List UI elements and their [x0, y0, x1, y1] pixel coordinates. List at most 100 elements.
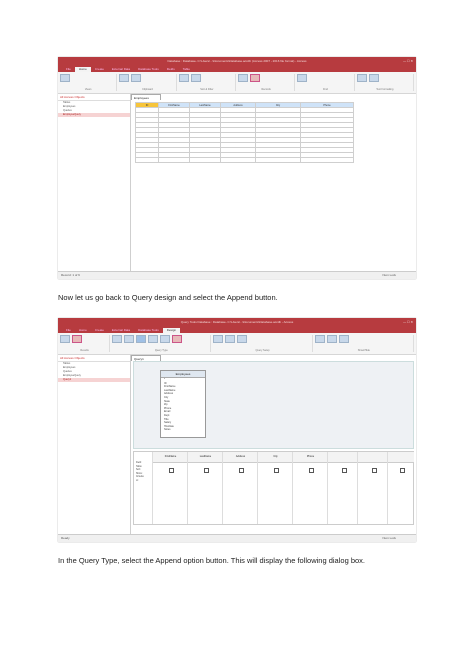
crosstab-button[interactable]	[160, 335, 171, 343]
ribbon: Views Clipboard Sort & Filter Records Fi…	[58, 72, 416, 94]
ribbon-group-label: Records	[261, 88, 271, 91]
tab-home[interactable]: Home	[75, 328, 91, 333]
cut-button[interactable]	[131, 74, 142, 82]
paste-button[interactable]	[119, 74, 130, 82]
grid-column[interactable]: City	[257, 452, 293, 524]
status-bar: Ready Num Lock	[58, 534, 416, 542]
run-button[interactable]	[72, 335, 82, 343]
grid-column[interactable]	[357, 452, 388, 524]
nav-header[interactable]: All Access Objects	[58, 355, 130, 362]
ribbon-group-records: Records	[237, 74, 296, 91]
tab-database-tools[interactable]: Database Tools	[134, 67, 163, 72]
ribbon-group-label: Views	[84, 88, 92, 91]
ribbon-group-label: Results	[80, 349, 89, 352]
ribbon-group-label: Clipboard	[142, 88, 153, 91]
grid-column[interactable]	[387, 452, 414, 524]
table-field-list[interactable]: Employees * ID FirstName LastName Addres…	[160, 370, 206, 438]
tab-create[interactable]: Create	[91, 328, 108, 333]
paragraph-1: Now let us go back to Query design and s…	[58, 293, 278, 302]
status-right: Num Lock	[382, 536, 396, 540]
ribbon-group-label: Query Setup	[255, 349, 270, 352]
nav-item-query1[interactable]: Query1	[58, 378, 130, 382]
ribbon-group-results: Results	[60, 335, 111, 352]
tab-fields[interactable]: Fields	[163, 67, 179, 72]
parameters-button[interactable]	[326, 335, 337, 343]
filter-button[interactable]	[178, 74, 189, 82]
grid-column-field[interactable]: City	[258, 452, 293, 463]
tab-home[interactable]: Home	[74, 67, 91, 72]
delete-query-button[interactable]	[172, 335, 183, 343]
view-button[interactable]	[60, 335, 70, 343]
grid-column-field[interactable]	[328, 452, 358, 463]
grid-column[interactable]: LastName	[187, 452, 223, 524]
show-checkbox[interactable]	[169, 468, 174, 473]
grid-column-field[interactable]: FirstName	[153, 452, 188, 463]
totals-button[interactable]	[314, 335, 325, 343]
navigation-pane: All Access Objects Tables Employees Quer…	[58, 94, 131, 271]
nav-item-employeequery[interactable]: EmployeeQuery	[58, 113, 130, 117]
document-area: Employees ID FirstName LastName Address …	[131, 94, 416, 271]
update-button[interactable]	[148, 335, 159, 343]
tab-table[interactable]: Table	[179, 67, 194, 72]
grid-column-field[interactable]: Phone	[293, 452, 328, 463]
ribbon-group-text-formatting: Text Formatting	[356, 74, 414, 91]
show-checkbox[interactable]	[341, 468, 347, 473]
append-button[interactable]	[136, 335, 147, 343]
tab-database-tools[interactable]: Database Tools	[134, 328, 163, 333]
ribbon-group-sort-filter: Sort & Filter	[178, 74, 236, 91]
record-navigator[interactable]: Record: 1 of 9	[61, 273, 80, 277]
show-checkbox[interactable]	[204, 468, 209, 473]
grid-column[interactable]: FirstName	[152, 452, 188, 524]
grid-column-field[interactable]	[388, 452, 414, 463]
tab-create[interactable]: Create	[91, 67, 108, 72]
ribbon-group-label: Find	[323, 88, 328, 91]
insert-rows-button[interactable]	[225, 335, 236, 343]
ribbon-group-label: Text Formatting	[376, 88, 394, 91]
tab-design[interactable]: Design	[162, 328, 181, 333]
view-button[interactable]	[60, 74, 70, 82]
table-row[interactable]	[135, 157, 354, 163]
delete-record-button[interactable]	[249, 74, 260, 82]
tab-file[interactable]: File	[62, 328, 75, 333]
show-checkbox[interactable]	[239, 468, 244, 473]
show-checkbox[interactable]	[399, 468, 405, 473]
window-controls[interactable]: — ☐ ✕	[403, 57, 413, 66]
grid-column[interactable]: Address	[222, 452, 258, 524]
ribbon-group-show-hide: Show/Hide	[314, 335, 414, 352]
find-button[interactable]	[297, 74, 308, 82]
delete-rows-button[interactable]	[237, 335, 248, 343]
bold-button[interactable]	[356, 74, 367, 82]
show-checkbox[interactable]	[371, 468, 377, 473]
query-design-area: Query1 Employees * ID FirstName LastName…	[131, 355, 416, 534]
window-controls[interactable]: — ☐ ✕	[403, 318, 413, 327]
doc-tab[interactable]: Employees	[131, 94, 161, 100]
grid-column-field[interactable]	[358, 452, 388, 463]
datasheet-grid: ID FirstName LastName Address City Phone	[135, 102, 354, 163]
status-left: Ready	[61, 536, 70, 540]
paragraph-2: In the Query Type, select the Append opt…	[58, 556, 365, 565]
grid-column-field[interactable]: LastName	[188, 452, 223, 463]
tab-external-data[interactable]: External Data	[108, 67, 134, 72]
nav-header[interactable]: All Access Objects	[58, 94, 130, 101]
show-table-button[interactable]	[213, 335, 224, 343]
property-sheet-button[interactable]	[338, 335, 349, 343]
grid-column-field[interactable]: Address	[223, 452, 258, 463]
show-checkbox[interactable]	[274, 468, 279, 473]
grid-column[interactable]: Phone	[292, 452, 328, 524]
select-query-button[interactable]	[112, 335, 123, 343]
grid-column[interactable]	[327, 452, 358, 524]
new-record-button[interactable]	[237, 74, 248, 82]
italic-button[interactable]	[368, 74, 379, 82]
ribbon-group-query-type: Query Type	[112, 335, 212, 352]
tab-external-data[interactable]: External Data	[108, 328, 134, 333]
tab-file[interactable]: File	[62, 67, 75, 72]
navigation-pane: All Access Objects Tables Employees Quer…	[58, 355, 131, 534]
field-item[interactable]: Notes	[161, 428, 205, 432]
table-field-list-title[interactable]: Employees	[161, 371, 205, 378]
ribbon: Results Query Type Query Setup Show/Hide	[58, 333, 416, 355]
design-grid-row-labels: Field: Table: Sort: Show: Criteria: or:	[134, 462, 152, 483]
status-bar: Record: 1 of 9 Num Lock	[58, 271, 416, 279]
sort-button[interactable]	[190, 74, 201, 82]
show-checkbox[interactable]	[309, 468, 314, 473]
make-table-button[interactable]	[124, 335, 135, 343]
